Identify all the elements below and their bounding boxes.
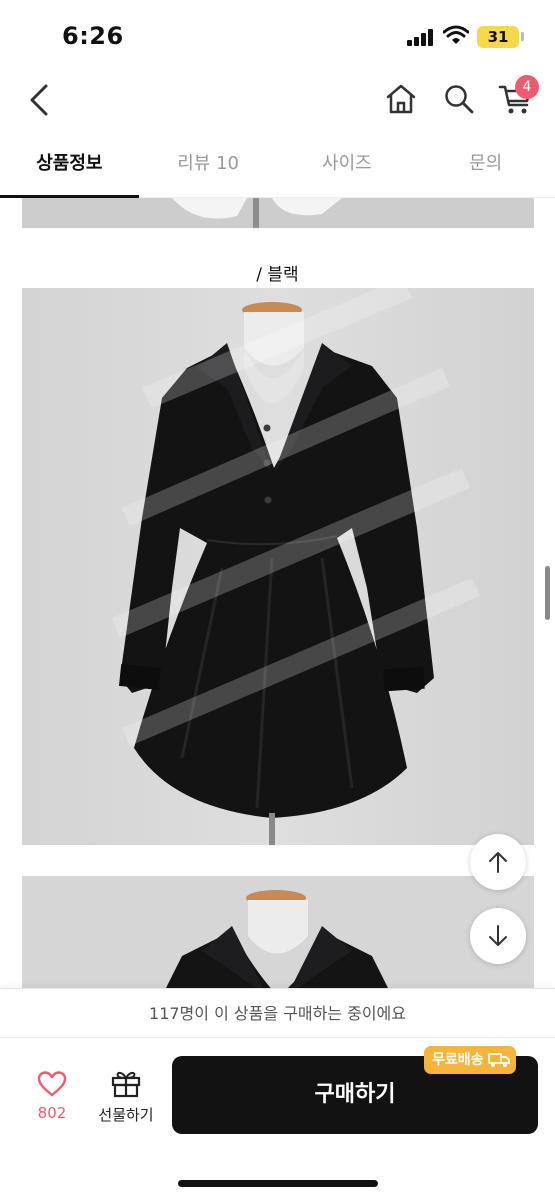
heart-icon xyxy=(37,1071,67,1097)
scrollbar[interactable] xyxy=(545,566,550,620)
search-icon[interactable] xyxy=(442,82,476,116)
cellular-signal-icon xyxy=(407,28,435,46)
status-bar: 6:26 31 xyxy=(0,0,555,70)
free-shipping-label: 무료배송 xyxy=(432,1052,484,1068)
like-button[interactable]: 802 xyxy=(22,1068,82,1128)
chevron-left-icon[interactable] xyxy=(22,80,58,120)
gift-label: 선물하기 xyxy=(98,1106,154,1124)
battery-level: 31 xyxy=(477,26,519,48)
navigation-bar xyxy=(0,70,555,130)
bottom-action-bar: 802 선물하기 구매하기 무료배송 xyxy=(0,1038,555,1200)
scroll-up-icon[interactable] xyxy=(470,834,526,890)
home-icon[interactable] xyxy=(384,82,418,116)
gift-icon xyxy=(111,1071,141,1098)
free-shipping-badge: 무료배송 xyxy=(424,1046,516,1074)
scroll-down-icon[interactable] xyxy=(470,908,526,964)
wifi-icon xyxy=(443,25,469,44)
like-count: 802 xyxy=(37,1104,67,1122)
tab-inquiry[interactable]: 문의 xyxy=(416,136,555,197)
product-photo-black-dress xyxy=(22,288,534,845)
tab-reviews[interactable]: 리뷰 10 xyxy=(139,136,278,197)
truck-icon xyxy=(487,1053,510,1067)
purchase-activity-notice: 117명이 이 상품을 구매하는 중이에요 xyxy=(0,988,555,1038)
cart-count-badge: 4 xyxy=(515,75,539,99)
battery-tip xyxy=(521,32,524,41)
tab-size[interactable]: 사이즈 xyxy=(278,136,417,197)
product-photo-second xyxy=(22,876,534,988)
product-tabs: 상품정보 리뷰 10 사이즈 문의 xyxy=(0,136,555,198)
home-indicator xyxy=(178,1180,378,1187)
product-photo-partial xyxy=(22,198,534,228)
gift-button[interactable]: 선물하기 xyxy=(88,1068,164,1128)
status-time: 6:26 xyxy=(62,22,124,50)
color-caption: / 블랙 xyxy=(256,265,299,285)
tab-product-info[interactable]: 상품정보 xyxy=(0,136,139,198)
